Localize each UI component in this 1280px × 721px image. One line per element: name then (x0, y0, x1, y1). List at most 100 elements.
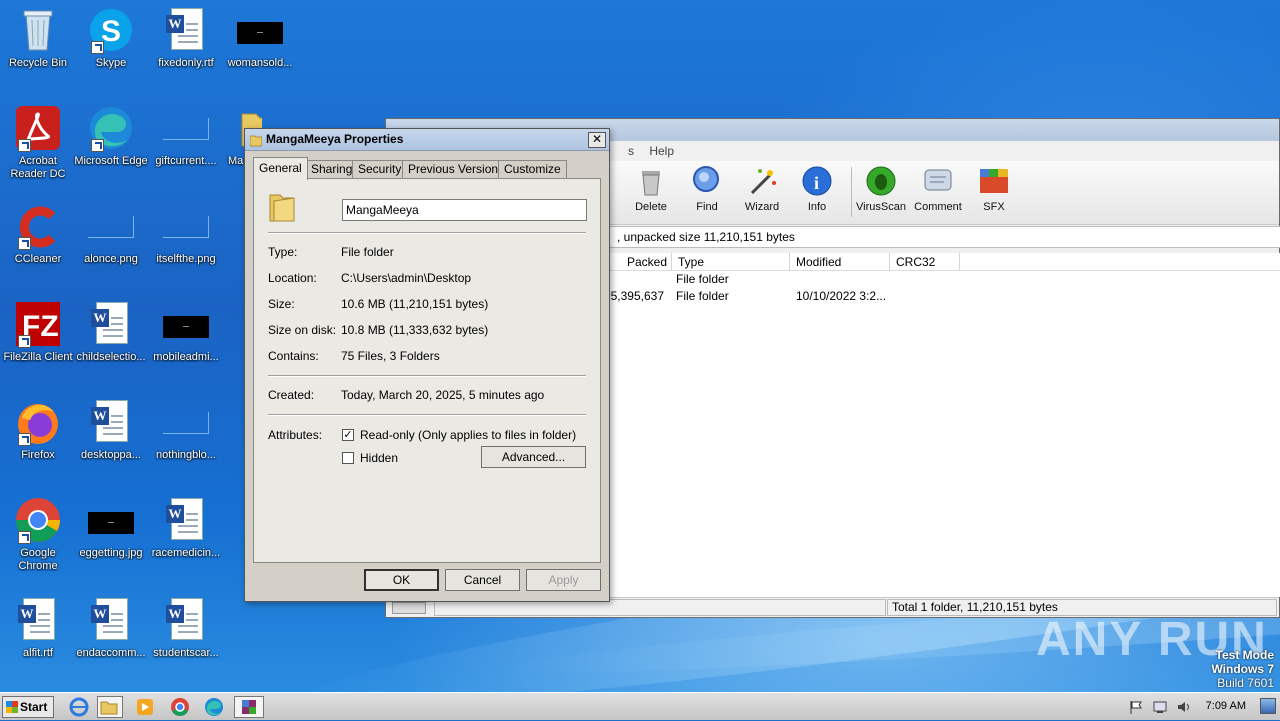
svg-text:i: i (814, 173, 819, 193)
toolbar-virusscan-button[interactable]: VirusScan (853, 165, 909, 213)
location-value: C:\Users\admin\Desktop (341, 271, 472, 285)
image-thumbnail-icon (162, 300, 210, 348)
readonly-checkbox[interactable]: ✓ (342, 429, 354, 441)
toolbar-sfx-button[interactable]: SFX (966, 165, 1022, 213)
desktop-icon-mobileadmi[interactable]: mobileadmi... (148, 300, 224, 364)
divider (268, 414, 586, 416)
type-label: Type: (268, 245, 298, 259)
ok-button[interactable]: OK (364, 569, 439, 591)
readonly-label[interactable]: Read-only (Only applies to files in fold… (360, 428, 576, 442)
desktop-icon-chrome[interactable]: Google Chrome (0, 496, 76, 573)
action-center-flag-icon[interactable] (1128, 699, 1144, 715)
close-button[interactable]: ✕ (588, 132, 606, 148)
desktop-icon-alfit[interactable]: W alfit.rtf (0, 596, 76, 660)
start-button[interactable]: Start (2, 696, 54, 718)
desktop-icon-itselfthe[interactable]: itselfthe.png (148, 202, 224, 266)
properties-dialog[interactable]: MangaMeeya Properties ✕ General Sharing … (244, 128, 610, 602)
divider (268, 375, 586, 377)
shortcut-arrow-icon (91, 41, 104, 54)
desktop-icon-firefox[interactable]: Firefox (0, 398, 76, 462)
clock[interactable]: 7:09 AM (1206, 700, 1246, 712)
shortcut-arrow-icon (18, 335, 31, 348)
divider (268, 232, 586, 234)
advanced-button[interactable]: Advanced... (481, 446, 586, 468)
toolbar-info-button[interactable]: i Info (789, 165, 845, 213)
desktop-icon-fixedonly[interactable]: W fixedonly.rtf (148, 6, 224, 70)
created-value: Today, March 20, 2025, 5 minutes ago (341, 388, 545, 402)
tab-general[interactable]: General (253, 157, 308, 180)
volume-icon[interactable] (1176, 699, 1192, 715)
desktop-icon-endaccomm[interactable]: W endaccomm... (73, 596, 149, 660)
tab-previous-versions[interactable]: Previous Versions (402, 160, 511, 179)
dialog-title: MangaMeeya Properties (266, 132, 404, 146)
column-modified[interactable]: Modified (790, 253, 890, 271)
image-thumbnail-icon (162, 104, 210, 152)
magnifier-icon (691, 165, 723, 197)
taskbar-winrar-icon[interactable] (234, 696, 264, 718)
desktop-icon-eggetting[interactable]: eggetting.jpg (73, 496, 149, 560)
hidden-checkbox[interactable] (342, 452, 354, 464)
desktop-icon-alonce[interactable]: alonce.png (73, 202, 149, 266)
desktop-icon-edge[interactable]: Microsoft Edge (73, 104, 149, 168)
shortcut-arrow-icon (91, 139, 104, 152)
desktop-icon-nothingblo[interactable]: nothingblo... (148, 398, 224, 462)
column-packed[interactable]: Packed (606, 253, 672, 271)
toolbar-wizard-button[interactable]: Wizard (734, 165, 790, 213)
tab-sharing[interactable]: Sharing (305, 160, 359, 179)
chrome-icon (14, 496, 62, 544)
desktop-icon-desktoppa[interactable]: W desktoppa... (73, 398, 149, 462)
desktop-icon-childselectio[interactable]: W childselectio... (73, 300, 149, 364)
image-thumbnail-icon (236, 6, 284, 54)
desktop: Recycle Bin Acrobat Reader DC CCleaner F… (0, 0, 1280, 692)
attributes-label: Attributes: (268, 428, 323, 442)
toolbar-separator (851, 167, 852, 217)
taskbar-ie-icon[interactable] (68, 696, 94, 718)
word-document-icon: W (162, 6, 210, 54)
desktop-icon-recycle-bin[interactable]: Recycle Bin (0, 6, 76, 70)
desktop-icon-filezilla[interactable]: FZ FileZilla Client (0, 300, 76, 364)
desktop-icon-giftcurrent[interactable]: giftcurrent.... (148, 104, 224, 168)
size-value: 10.6 MB (11,210,151 bytes) (341, 297, 489, 311)
taskbar-edge-icon[interactable] (203, 696, 229, 718)
show-desktop-button[interactable] (1260, 698, 1276, 714)
toolbar-delete-button[interactable]: Delete (623, 165, 679, 213)
image-thumbnail-icon (162, 398, 210, 446)
desktop-icon-skype[interactable]: S Skype (73, 6, 149, 70)
desktop-icon-acrobat[interactable]: Acrobat Reader DC (0, 104, 76, 181)
desktop-icon-ccleaner[interactable]: CCleaner (0, 202, 76, 266)
shortcut-arrow-icon (18, 139, 31, 152)
table-row[interactable]: 5,395,637 File folder 10/10/2022 3:2... (606, 288, 1280, 305)
toolbar-find-button[interactable]: Find (679, 165, 735, 213)
firefox-icon (14, 398, 62, 446)
tab-security[interactable]: Security (352, 160, 408, 179)
desktop-icon-racemedicin[interactable]: W racemedicin... (148, 496, 224, 560)
network-icon[interactable] (1152, 699, 1168, 715)
size-on-disk-value: 10.8 MB (11,333,632 bytes) (341, 323, 489, 337)
column-crc32[interactable]: CRC32 (890, 253, 960, 271)
archive-path-bar: , unpacked size 11,210,151 bytes (606, 226, 1280, 248)
contains-label: Contains: (268, 349, 319, 363)
word-document-icon: W (87, 300, 135, 348)
table-row[interactable]: File folder (606, 271, 1280, 288)
hidden-label[interactable]: Hidden (360, 451, 398, 465)
menu-help[interactable]: Help (649, 144, 674, 158)
tab-customize[interactable]: Customize (498, 160, 567, 179)
desktop-icon-womansold[interactable]: womansold... (222, 6, 298, 70)
apply-button[interactable]: Apply (526, 569, 601, 591)
taskbar-chrome-icon[interactable] (169, 696, 195, 718)
checkmark-icon: ✓ (343, 429, 353, 441)
taskbar-explorer-icon[interactable] (97, 696, 123, 718)
toolbar-comment-button[interactable]: Comment (910, 165, 966, 213)
edge-icon (87, 104, 135, 152)
shortcut-arrow-icon (18, 433, 31, 446)
folder-name-input[interactable]: MangaMeeya (342, 199, 587, 221)
menu-partial[interactable]: s (628, 144, 634, 158)
word-document-icon: W (87, 596, 135, 644)
cancel-button[interactable]: Cancel (445, 569, 520, 591)
shortcut-arrow-icon (18, 531, 31, 544)
taskbar-media-player-icon[interactable] (134, 696, 160, 718)
desktop-icon-studentscar[interactable]: W studentscar... (148, 596, 224, 660)
column-type[interactable]: Type (672, 253, 790, 271)
contains-value: 75 Files, 3 Folders (341, 349, 440, 363)
dialog-titlebar[interactable]: MangaMeeya Properties ✕ (245, 129, 609, 151)
